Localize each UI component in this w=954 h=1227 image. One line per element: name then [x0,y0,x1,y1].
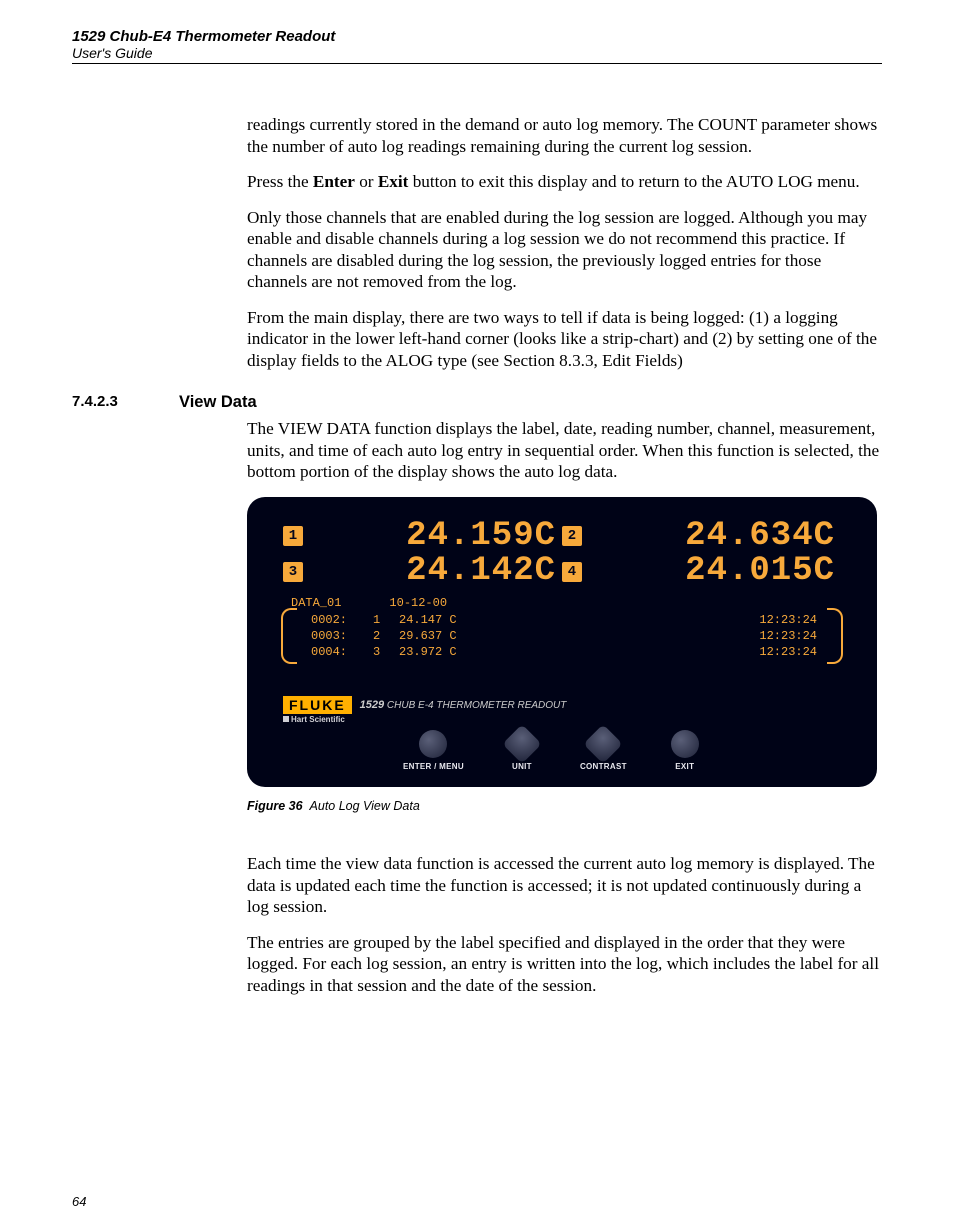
log-row: 0002: 1 24.147 C 12:23:24 [297,612,827,628]
sub-brand: Hart Scientific [283,715,841,724]
readout-value: 24.634C [590,519,841,555]
brand-logo: FLUKE [283,696,352,714]
log-row: 0004: 3 23.972 C 12:23:24 [297,644,827,660]
channel-chip: 2 [562,526,582,546]
paragraph: Press the Enter or Exit button to exit t… [247,171,882,193]
figure-caption: Figure 36 Auto Log View Data [247,799,882,813]
channel-chip: 3 [283,562,303,582]
page-number: 64 [72,1194,86,1209]
section-heading-row: 7.4.2.3 View Data [72,393,882,412]
doc-title: 1529 Chub-E4 Thermometer Readout [72,28,882,45]
paragraph: readings currently stored in the demand … [247,114,882,157]
model-line: 1529 CHUB E-4 THERMOMETER READOUT [360,699,567,711]
paragraph: Only those channels that are enabled dur… [247,207,882,293]
exit-button[interactable]: EXIT [671,730,699,771]
button-icon [671,730,699,758]
paragraph: The VIEW DATA function displays the labe… [247,418,882,483]
contrast-button[interactable]: CONTRAST [580,730,627,771]
device-panel: FLUKE 1529 CHUB E-4 THERMOMETER READOUT … [283,696,841,771]
readout-value: 24.159C [311,519,562,555]
button-icon [419,730,447,758]
enter-menu-button[interactable]: ENTER / MENU [403,730,464,771]
unit-button[interactable]: UNIT [508,730,536,771]
section-number: 7.4.2.3 [72,393,122,412]
page-header: 1529 Chub-E4 Thermometer Readout User's … [72,28,882,64]
button-icon [502,725,542,765]
paragraph: From the main display, there are two way… [247,307,882,372]
readout-value: 24.015C [590,554,841,590]
log-date: 10-12-00 [389,596,447,610]
paragraph: Each time the view data function is acce… [247,853,882,918]
readout-value: 24.142C [311,554,562,590]
channel-chip: 1 [283,526,303,546]
section-title: View Data [179,393,257,412]
button-icon [584,725,624,765]
doc-subtitle: User's Guide [72,45,882,61]
log-label: DATA_01 [291,596,341,610]
paragraph: The entries are grouped by the label spe… [247,932,882,997]
channel-chip: 4 [562,562,582,582]
lcd-screen: 1 24.159C 2 24.634C 3 24.142C 4 24.015C … [283,519,841,661]
log-row: 0003: 2 29.637 C 12:23:24 [297,628,827,644]
figure-device: 1 24.159C 2 24.634C 3 24.142C 4 24.015C … [247,497,882,788]
bracket-icon [827,608,843,665]
bracket-icon [281,608,297,665]
